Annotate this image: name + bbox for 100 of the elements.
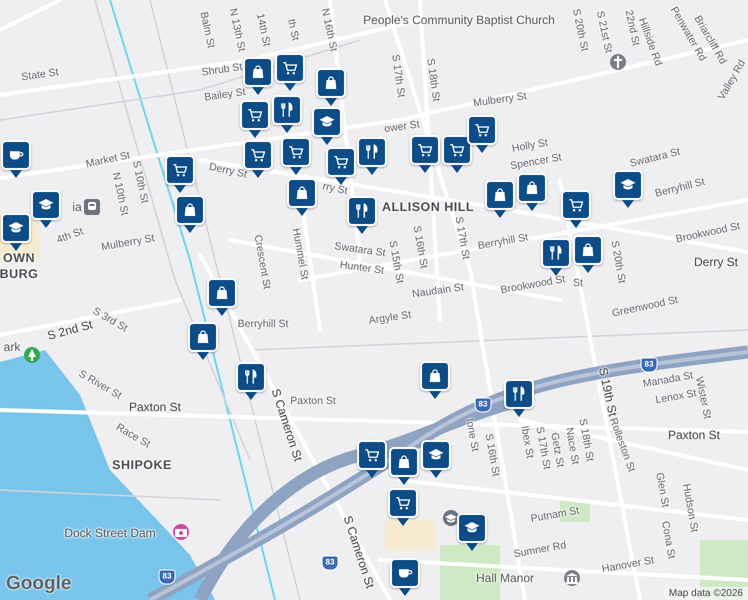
shopping-cart-marker[interactable] (326, 147, 356, 185)
street-label: Balm St (198, 10, 216, 50)
street-label: Hudson St (680, 482, 700, 534)
street-label: S 17th St (390, 54, 406, 98)
street-label: rry St (322, 181, 348, 197)
street-label: S 20th St (609, 240, 627, 284)
street-label: Shrub St (201, 62, 243, 78)
place-label: Hall Manor (476, 572, 534, 584)
street-label: St (573, 278, 583, 288)
street-label: ower St (384, 119, 420, 135)
fork-knife-marker[interactable] (272, 95, 302, 133)
shopping-bag-marker[interactable] (517, 173, 547, 211)
place-label: ark (4, 341, 20, 353)
shopping-cart-marker[interactable] (467, 115, 497, 153)
street-label: Paxton St (128, 401, 182, 413)
street-label: S 17th St (534, 426, 552, 470)
street-label: Hummel St (290, 228, 310, 280)
shopping-bag-marker[interactable] (316, 68, 346, 106)
street-label: Berryhill St (238, 318, 288, 330)
graduation-cap-marker[interactable] (312, 107, 342, 145)
shopping-bag-marker[interactable] (207, 278, 237, 316)
street-label: Putnam St (530, 506, 580, 524)
shopping-cart-marker[interactable] (357, 440, 387, 478)
coffee-cup-marker[interactable] (390, 558, 420, 596)
street-label: Swatara St (334, 241, 386, 259)
shopping-cart-marker[interactable] (442, 135, 472, 173)
fork-knife-marker[interactable] (347, 196, 377, 234)
shopping-cart-marker[interactable] (561, 190, 591, 228)
shopping-cart-marker[interactable] (410, 135, 440, 173)
street-label: N 10th St (110, 172, 130, 216)
shopping-cart-marker[interactable] (240, 100, 270, 138)
shopping-cart-icon (249, 146, 267, 164)
shopping-cart-icon (473, 121, 491, 139)
street-label: N 16th St (319, 8, 339, 52)
street-label: S River St (76, 368, 124, 402)
street-label: Lenox St (654, 388, 698, 406)
place-label: People's Community Baptist Church (363, 14, 555, 26)
shopping-cart-icon (416, 141, 434, 159)
street-label: S Cameron St (342, 514, 376, 590)
area-label: ALLISON HILL (382, 200, 474, 214)
shopping-cart-marker[interactable] (388, 488, 418, 526)
fork-knife-marker[interactable] (541, 238, 571, 276)
graduation-cap-marker[interactable] (613, 170, 643, 208)
street-label: Race St (114, 422, 152, 450)
shopping-cart-icon (363, 446, 381, 464)
shopping-cart-icon (246, 106, 264, 124)
street-label: Paxton St (668, 429, 720, 441)
street-label: Holly St (511, 138, 549, 154)
street-label: 22nd St (623, 9, 641, 47)
street-label: Swatara St (628, 146, 682, 170)
street-label: 14th St (254, 12, 272, 48)
shopping-bag-marker[interactable] (175, 195, 205, 233)
highway-shield: 83 (474, 398, 492, 412)
fork-knife-marker[interactable] (236, 362, 266, 400)
shopping-bag-marker[interactable] (287, 178, 317, 216)
street-label: Market St (84, 150, 132, 170)
shopping-cart-marker[interactable] (165, 155, 195, 193)
street-label: Hanover St (601, 555, 655, 575)
area-label: SHIPOKE (112, 458, 172, 472)
street-label: Derry St (694, 256, 738, 268)
shopping-cart-marker[interactable] (281, 137, 311, 175)
graduation-cap-marker[interactable] (457, 513, 487, 551)
shopping-bag-marker[interactable] (485, 180, 515, 218)
shopping-cart-icon (448, 141, 466, 159)
shopping-bag-marker[interactable] (420, 361, 450, 399)
street-label: Ibex St (519, 425, 535, 459)
street-label: Berryhill St (654, 176, 706, 200)
place-label: ia (72, 201, 82, 213)
graduation-cap-marker[interactable] (31, 190, 61, 228)
shopping-cart-icon (281, 59, 299, 77)
street-label: Ione St (464, 418, 480, 452)
street-label: Derry St (208, 162, 248, 180)
graduation-cap-marker[interactable] (1, 213, 31, 251)
street-label: S 16th St (483, 432, 501, 478)
shopping-bag-marker[interactable] (573, 235, 603, 273)
fork-knife-marker[interactable] (357, 137, 387, 175)
street-label: Nace St (564, 426, 580, 466)
coffee-cup-marker[interactable] (1, 140, 31, 178)
shopping-cart-icon (567, 196, 585, 214)
street-label: Crescent St (252, 234, 272, 290)
street-label: S 21st St (594, 10, 614, 54)
area-label: BURG (0, 268, 38, 280)
shopping-cart-marker[interactable] (275, 53, 305, 91)
highway-shield: 83 (322, 556, 338, 570)
shopping-bag-marker[interactable] (389, 447, 419, 485)
street-label: Naudain St (412, 282, 464, 300)
street-label: S 10th St (130, 160, 150, 204)
graduation-cap-marker[interactable] (421, 440, 451, 478)
street-label: S 16th St (411, 224, 429, 270)
street-label: S 17th St (453, 216, 471, 260)
street-label: S 18th St (424, 58, 442, 102)
street-label: Spencer St (510, 152, 562, 172)
street-label: Glen St (654, 472, 670, 508)
shopping-bag-marker[interactable] (188, 322, 218, 360)
street-label: State St (20, 67, 60, 83)
street-label: Berryhill St (477, 232, 529, 252)
street-label: N 13th St (227, 8, 247, 52)
fork-knife-marker[interactable] (504, 379, 534, 417)
map-logo: Google (6, 573, 72, 595)
train-icon (84, 199, 100, 215)
